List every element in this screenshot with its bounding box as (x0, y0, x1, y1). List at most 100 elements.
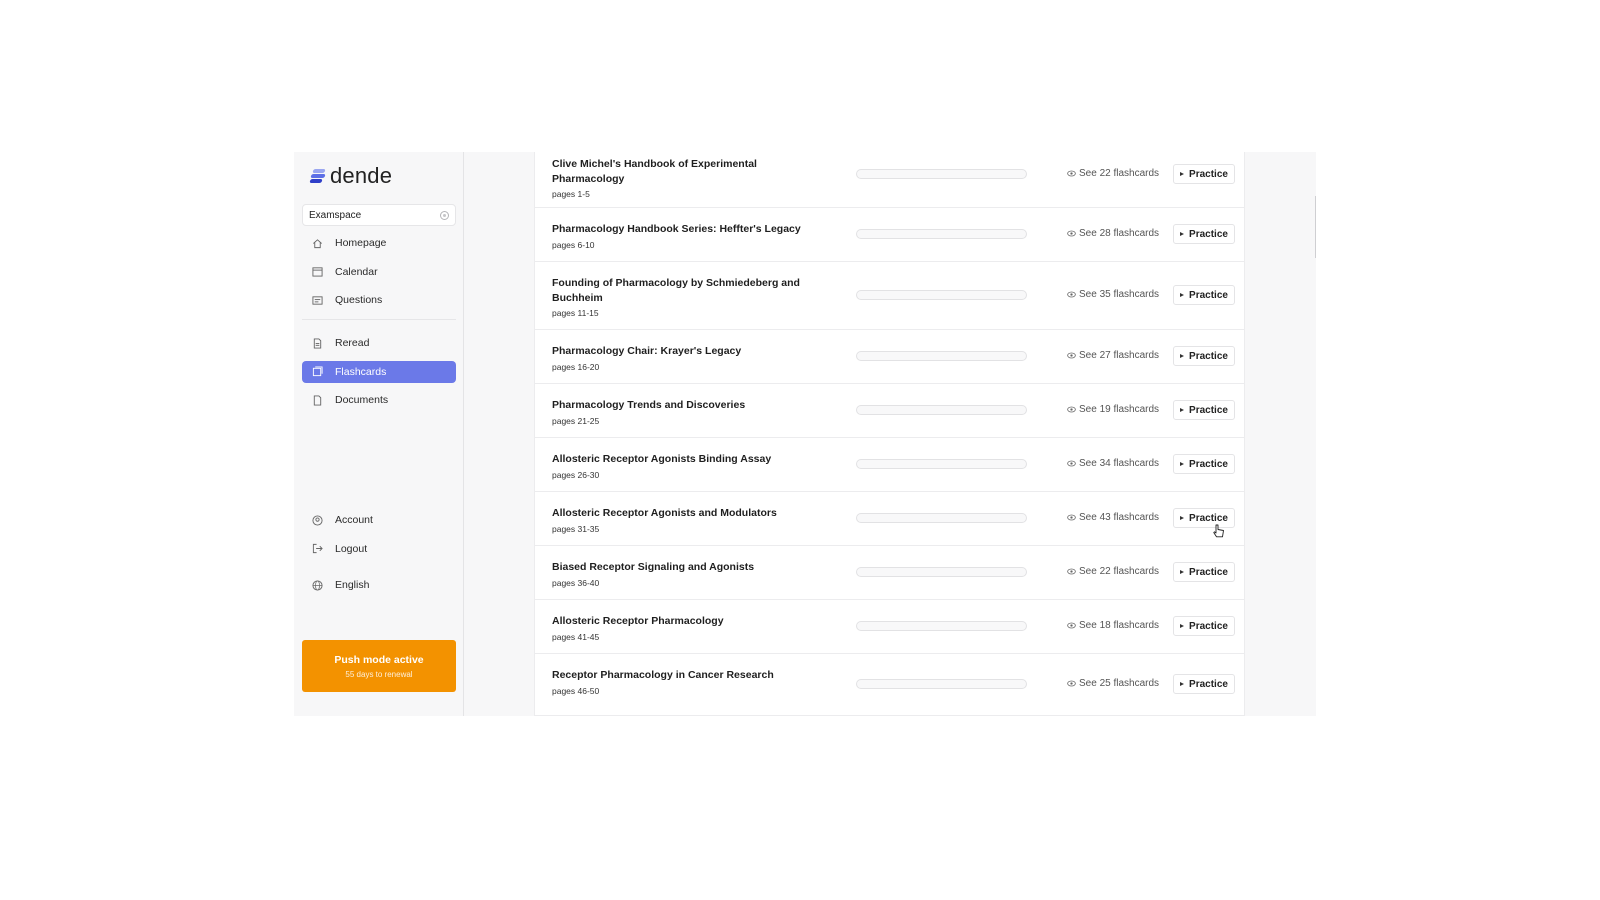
flashcard-row: Pharmacology Chair: Krayer's Legacy pages… (535, 330, 1245, 384)
sidebar-item-homepage[interactable]: Homepage (302, 232, 456, 254)
main-content: Clive Michel's Handbook of Experimental … (464, 152, 1316, 716)
push-mode-subtitle: 55 days to renewal (345, 669, 413, 679)
eye-icon (1067, 291, 1076, 298)
sidebar-item-questions[interactable]: Questions (302, 289, 456, 311)
practice-label: Practice (1189, 620, 1228, 632)
see-flashcards-link[interactable]: See 28 flashcards (1067, 228, 1159, 239)
practice-button[interactable]: Practice (1173, 616, 1235, 636)
progress-bar (856, 351, 1027, 361)
eye-icon (1067, 460, 1076, 467)
row-pages: pages 31-35 (552, 523, 600, 534)
see-flashcards-link[interactable]: See 35 flashcards (1067, 289, 1159, 300)
practice-button[interactable]: Practice (1173, 224, 1235, 244)
progress-bar (856, 513, 1027, 523)
row-title: Allosteric Receptor Agonists Binding Ass… (552, 453, 772, 465)
practice-button[interactable]: Practice (1173, 674, 1235, 694)
practice-button[interactable]: Practice (1173, 454, 1235, 474)
play-icon (1180, 354, 1185, 358)
see-flashcards-link[interactable]: See 22 flashcards (1067, 566, 1159, 577)
row-title: Clive Michel's Handbook of Experimental … (552, 158, 757, 185)
row-text: Clive Michel's Handbook of Experimental … (552, 157, 812, 199)
row-pages: pages 11-15 (552, 308, 599, 318)
practice-button[interactable]: Practice (1173, 562, 1235, 582)
eye-icon (1067, 568, 1076, 575)
push-mode-banner[interactable]: Push mode active 55 days to renewal (302, 640, 456, 692)
see-flashcards-link[interactable]: See 34 flashcards (1067, 458, 1159, 469)
sidebar-item-documents[interactable]: Documents (302, 389, 456, 411)
flashcard-row: Receptor Pharmacology in Cancer Research… (535, 654, 1245, 716)
row-pages: pages 41-45 (552, 631, 600, 642)
sidebar-item-label: Calendar (335, 265, 378, 278)
row-pages: pages 6-10 (552, 239, 595, 250)
play-icon (1180, 408, 1185, 412)
sidebar: dende Examspace Homepage Calendar Questi… (294, 152, 464, 716)
workspace-settings-icon[interactable] (440, 210, 449, 220)
see-flashcards-label: See 19 flashcards (1079, 404, 1160, 415)
sidebar-item-flashcards[interactable]: Flashcards (302, 360, 456, 383)
flashcard-list: Clive Michel's Handbook of Experimental … (534, 152, 1245, 716)
row-title: Founding of Pharmacology by Schmiedeberg… (552, 277, 800, 304)
eye-icon (1067, 352, 1076, 359)
see-flashcards-link[interactable]: See 25 flashcards (1067, 678, 1159, 689)
see-flashcards-link[interactable]: See 22 flashcards (1067, 168, 1159, 179)
row-title: Allosteric Receptor Pharmacology (552, 615, 724, 627)
see-flashcards-label: See 43 flashcards (1079, 512, 1160, 523)
sidebar-item-label: Logout (335, 542, 368, 555)
practice-label: Practice (1189, 566, 1228, 578)
calendar-icon (312, 266, 323, 277)
play-icon (1180, 462, 1185, 466)
nav-account: Account Logout (302, 509, 456, 566)
sidebar-item-account[interactable]: Account (302, 509, 456, 531)
logout-icon (312, 543, 323, 554)
flashcard-row: Founding of Pharmacology by Schmiedeberg… (535, 262, 1245, 330)
app-window: dende Examspace Homepage Calendar Questi… (294, 152, 1316, 716)
flashcard-row: Clive Michel's Handbook of Experimental … (535, 152, 1245, 208)
progress-bar (856, 567, 1027, 577)
progress-bar (856, 229, 1027, 239)
see-flashcards-label: See 22 flashcards (1079, 566, 1160, 577)
sidebar-item-reread[interactable]: Reread (302, 332, 456, 354)
row-text: Biased Receptor Signaling and Agonists pa… (552, 560, 812, 588)
row-text: Allosteric Receptor Agonists and Modulat… (552, 506, 812, 534)
row-pages: pages 16-20 (552, 361, 600, 372)
row-pages: pages 1-5 (552, 189, 590, 199)
see-flashcards-link[interactable]: See 27 flashcards (1067, 350, 1159, 361)
see-flashcards-link[interactable]: See 18 flashcards (1067, 620, 1159, 631)
row-title: Pharmacology Handbook Series: Heffter's … (552, 223, 801, 235)
row-title: Allosteric Receptor Agonists and Modulat… (552, 507, 777, 519)
account-icon (312, 514, 323, 526)
flashcard-row: Pharmacology Trends and Discoveries pages… (535, 384, 1245, 438)
sidebar-item-calendar[interactable]: Calendar (302, 261, 456, 283)
play-icon (1180, 172, 1185, 176)
practice-button[interactable]: Practice (1173, 285, 1235, 305)
row-text: Allosteric Receptor Agonists Binding Ass… (552, 452, 812, 480)
push-mode-title: Push mode active (334, 653, 424, 666)
progress-bar (856, 679, 1027, 689)
sidebar-item-label: Questions (335, 294, 383, 306)
sidebar-item-label: Flashcards (335, 365, 387, 378)
row-text: Receptor Pharmacology in Cancer Research… (552, 668, 812, 696)
row-title: Biased Receptor Signaling and Agonists (552, 561, 755, 573)
row-text: Allosteric Receptor Pharmacology pages 41… (552, 614, 812, 642)
practice-button[interactable]: Practice (1173, 400, 1235, 420)
scrollbar[interactable] (1315, 196, 1316, 258)
row-title: Receptor Pharmacology in Cancer Research (552, 669, 774, 681)
logo[interactable]: dende (309, 162, 393, 190)
practice-button[interactable]: Practice (1173, 346, 1235, 366)
workspace-selector[interactable]: Examspace (302, 204, 456, 226)
progress-bar (856, 621, 1027, 631)
see-flashcards-link[interactable]: See 19 flashcards (1067, 404, 1159, 415)
practice-label: Practice (1189, 404, 1228, 416)
logo-text: dende (330, 163, 393, 188)
eye-icon (1067, 680, 1076, 687)
practice-button[interactable]: Practice (1173, 164, 1235, 184)
row-text: Pharmacology Chair: Krayer's Legacy pages… (552, 344, 812, 372)
eye-icon (1067, 406, 1076, 413)
practice-label: Practice (1189, 512, 1228, 524)
see-flashcards-label: See 28 flashcards (1079, 228, 1160, 239)
sidebar-item-language[interactable]: English (302, 574, 456, 596)
eye-icon (1067, 622, 1076, 629)
see-flashcards-link[interactable]: See 43 flashcards (1067, 512, 1159, 523)
sidebar-item-logout[interactable]: Logout (302, 538, 456, 560)
practice-button[interactable]: Practice (1173, 508, 1235, 528)
